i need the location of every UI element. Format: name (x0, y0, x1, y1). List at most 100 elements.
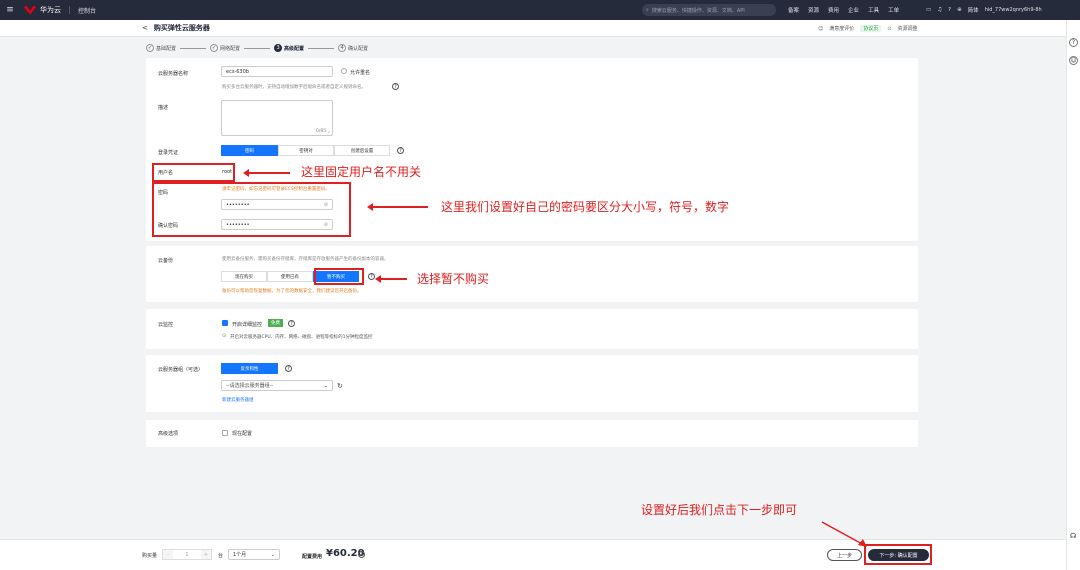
help-icon[interactable]: ? (1069, 38, 1078, 47)
divider (69, 6, 70, 14)
monitor-card: 云监控 开启详细监控 免费 ? ⊙ 开启对云服务器CPU、内存、网络、磁盘、进程… (146, 309, 918, 349)
headset-icon[interactable]: ☊ (1070, 532, 1076, 540)
backup-option-existing[interactable]: 使用已有 (267, 271, 313, 282)
refresh-icon[interactable]: ↻ (337, 382, 343, 390)
user-account[interactable]: hid_77ww2qnry6h9-8h (985, 7, 1042, 13)
brand-logo[interactable]: 华为云 (24, 5, 61, 15)
back-arrow-icon[interactable]: < (142, 24, 148, 32)
annotation-username: 这里固定用户名不用关 (301, 165, 422, 179)
server-group-label: 云服务器组（可选） (158, 367, 204, 373)
annotation-backup: 选择暂不购买 (417, 272, 490, 286)
group-option-antiaffinity[interactable]: 反亲和性 (221, 363, 278, 374)
page-header: < 购买弹性云服务器 ☺ 满意度评价 协议页 ⊙ 资源调整 (0, 20, 1066, 37)
allow-dup-label: 允许重名 (350, 70, 371, 76)
help-icon[interactable]: ? (368, 273, 375, 280)
qty-input[interactable]: 1 (173, 550, 201, 559)
server-name-label: 云服务器名称 (158, 71, 189, 77)
top-link-cost[interactable]: 费用 (828, 6, 839, 14)
annotation-password: 这里我们设置好自己的密码要区分大小写，符号，数字 (441, 200, 730, 214)
top-link-beian[interactable]: 备案 (788, 6, 799, 14)
backup-label: 云备份 (158, 258, 174, 264)
top-link-ticket[interactable]: 工单 (888, 6, 899, 14)
login-option-later[interactable]: 创建后设置 (334, 145, 390, 156)
check-circle-icon: ⊙ (887, 25, 892, 32)
login-label: 登录凭证 (158, 150, 179, 156)
qty-plus-button[interactable]: + (201, 550, 211, 559)
server-group-select[interactable]: --请选择云服务器组-- ⌄ (221, 380, 333, 391)
qty-label: 购买量 (142, 553, 158, 559)
step-number: 4 (338, 44, 347, 52)
annotation-box-next (864, 544, 932, 565)
top-link-tools[interactable]: 工具 (868, 6, 879, 14)
step-number: 3 (274, 44, 283, 52)
step-divider (308, 47, 335, 49)
top-right-tools: ▭ ♫ ? ⊕ 简体 hid_77ww2qnry6h9-8h (926, 0, 1042, 20)
step-check-icon: ✓ (146, 44, 154, 52)
prev-button[interactable]: 上一步 (827, 549, 862, 561)
console-link[interactable]: 控制台 (78, 6, 96, 15)
search-icon: ⌕ (646, 7, 649, 13)
desc-counter: 0/85 ⌟ (316, 129, 330, 134)
monitor-enable-label: 开启详细监控 (232, 322, 263, 328)
monitor-label: 云监控 (158, 322, 174, 328)
monitor-icon[interactable]: ▭ (926, 7, 931, 13)
step-label[interactable]: 基础配置 (156, 45, 176, 52)
chevron-down-icon: ⌄ (270, 551, 275, 558)
create-group-link[interactable]: 新建云服务器组 (222, 397, 254, 403)
promo-link[interactable]: 资源调整 (897, 25, 917, 32)
help-icon[interactable]: ? (358, 551, 365, 558)
annotation-box-backup (314, 268, 364, 285)
menu-icon[interactable]: ≡ (0, 5, 20, 15)
annotation-arrow (367, 203, 428, 211)
login-option-keypair[interactable]: 密钥对 (278, 145, 334, 156)
help-icon[interactable]: ? (948, 7, 951, 13)
backup-card: 云备份 使用云备份服务，需购买备份存储库，存储库是存放服务器产生的备份副本的容器… (146, 246, 918, 302)
monitor-checkbox[interactable] (222, 320, 228, 326)
globe-icon[interactable]: ⊕ (957, 7, 962, 13)
bell-icon[interactable]: ♫ (937, 7, 942, 13)
advanced-label: 高级选项 (158, 431, 179, 437)
brand-name: 华为云 (40, 6, 61, 14)
huawei-logo-icon (24, 5, 36, 15)
global-search-input[interactable]: ⌕ 搜索云服务、快捷操作、资源、文档、API (642, 4, 776, 16)
satisfaction-link[interactable]: 满意度评价 (829, 25, 854, 32)
chevron-down-icon: ⌄ (323, 382, 328, 389)
desc-label: 描述 (158, 105, 169, 111)
lang-switch[interactable]: 简体 (968, 6, 979, 14)
top-link-resource[interactable]: 资源 (808, 6, 819, 14)
annotation-box-password (152, 182, 351, 237)
annotation-arrow (375, 275, 407, 283)
annotation-arrow (243, 169, 290, 177)
unit-label: 台 (218, 553, 224, 559)
help-icon[interactable]: ? (288, 320, 295, 327)
login-option-password[interactable]: 密码 (221, 145, 278, 156)
protocol-tag[interactable]: 协议页 (860, 25, 882, 32)
backup-hint: 使用云备份服务，需购买备份存储库，存储库是存放服务器产生的备份副本的容器。 (222, 257, 389, 262)
login-segment: 密码 密钥对 创建后设置 (221, 145, 390, 156)
annotation-next: 设置好后我们点击下一步即可 (641, 503, 798, 517)
page-title: 购买弹性云服务器 (153, 24, 210, 32)
feedback-icon[interactable]: ☺ (1069, 56, 1078, 65)
step-label-active: 高级配置 (284, 45, 305, 52)
server-name-hint: 购买多台云服务器时，支持自动增加数字后缀命名或者自定义规则命名。 (222, 85, 366, 90)
top-navbar: ≡ 华为云 控制台 ⌕ 搜索云服务、快捷操作、资源、文档、API 备案 资源 费… (0, 0, 1080, 20)
backup-warning: 备份可以帮助您恢复数据，为了您的数据安全，我们建议您开启备份。 (222, 289, 362, 294)
search-placeholder: 搜索云服务、快捷操作、资源、文档、API (651, 7, 745, 14)
help-icon[interactable]: ? (392, 83, 399, 90)
advanced-option-label: 现在配置 (232, 431, 253, 437)
allow-dup-checkbox[interactable] (341, 68, 347, 74)
check-circle-icon: ⊙ (222, 333, 227, 339)
step-label[interactable]: 网络配置 (220, 45, 240, 52)
annotation-arrow (821, 521, 867, 547)
advanced-checkbox[interactable] (222, 430, 228, 436)
price-label: 配置费用 (302, 554, 323, 560)
help-icon[interactable]: ? (397, 147, 404, 154)
help-icon[interactable]: ? (285, 365, 292, 372)
server-name-input[interactable]: ecs-630b (221, 66, 333, 77)
backup-option-buy[interactable]: 现在购买 (221, 271, 267, 282)
duration-select[interactable]: 1个月 ⌄ (228, 549, 280, 560)
qty-stepper: - 1 + (162, 549, 212, 560)
qty-minus-button[interactable]: - (163, 550, 173, 559)
step-check-icon: ✓ (210, 44, 219, 52)
top-link-enterprise[interactable]: 企业 (848, 6, 859, 14)
